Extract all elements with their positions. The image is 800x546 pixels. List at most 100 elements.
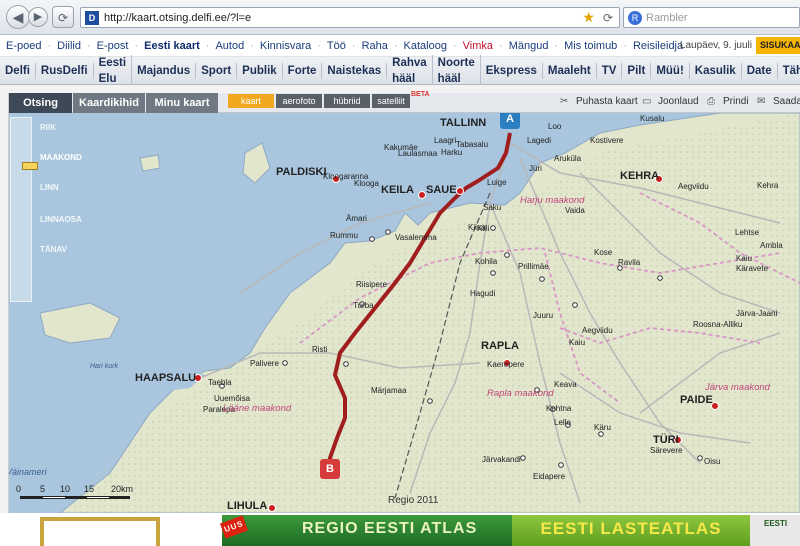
zoom-level-label[interactable]: MAAKOND [40, 153, 82, 162]
main-nav-link[interactable]: Delfi [0, 62, 36, 79]
print-button[interactable]: ⎙ Prindi [707, 96, 749, 107]
url-text[interactable]: http://kaart.otsing.delfi.ee/?l=e [104, 12, 582, 24]
zoom-level-label[interactable]: RIIK [40, 123, 56, 132]
clear-icon: ✂ [560, 95, 569, 107]
picture-frame-ad[interactable] [40, 517, 160, 546]
bookmark-star-icon[interactable]: ★ [582, 9, 595, 26]
main-nav-link[interactable]: RusDelfi [36, 62, 94, 79]
main-nav-link[interactable]: Forte [283, 62, 323, 79]
search-box[interactable]: R Rambler [623, 7, 800, 28]
main-nav-link[interactable]: Pilt [622, 62, 652, 79]
place-label: Vaida [565, 206, 585, 215]
envelope-icon: ✉ [757, 95, 766, 107]
main-nav-link[interactable]: Kasulik [690, 62, 742, 79]
top-nav-link[interactable]: E-poed [6, 40, 41, 52]
mode-kaart[interactable]: kaart [228, 94, 274, 108]
place-label: Taebla [208, 378, 232, 387]
main-nav-link[interactable]: Majandus [132, 62, 197, 79]
main-nav-link[interactable]: Noorte hääl [433, 54, 481, 87]
top-nav-link[interactable]: E-post [97, 40, 129, 52]
mode-hybriid[interactable]: hübriid [324, 94, 370, 108]
place-label: Klooga [354, 179, 379, 188]
main-nav-link[interactable]: Date [742, 62, 778, 79]
main-nav-link[interactable]: Maaleht [543, 62, 597, 79]
reload-icon[interactable]: ⟳ [603, 11, 613, 25]
clear-map-button[interactable]: ✂ Puhasta kaart [560, 96, 638, 107]
ad-regio-atlas[interactable]: UUS REGIO EESTI ATLAS [219, 515, 512, 546]
sitemap-button[interactable]: SISUKAA [756, 37, 800, 54]
place-label: Kaiu [569, 338, 585, 347]
ruler-button[interactable]: ▭ Joonlaud [642, 96, 699, 107]
scale-label: 5 [40, 484, 46, 494]
tab-minu-kaart[interactable]: Minu kaart [146, 93, 218, 113]
main-nav-link[interactable]: Rahva hääl [387, 54, 433, 87]
top-nav-link[interactable]: Autod [215, 40, 244, 52]
route-end-marker[interactable]: B [320, 459, 340, 479]
mode-aerofoto[interactable]: aerofoto [276, 94, 322, 108]
top-nav-link[interactable]: Vimka [463, 40, 493, 52]
place-label: Vasalemma [395, 233, 437, 242]
clear-map-label: Puhasta kaart [576, 96, 638, 107]
ad-lasteatlas[interactable]: EESTI LASTEATLAS [512, 515, 750, 546]
top-nav-link[interactable]: Reisileidja [633, 40, 683, 52]
zoom-level-label[interactable]: LINN [40, 183, 59, 192]
main-nav-link[interactable]: Müü! [651, 62, 690, 79]
portal-main-nav: Delfi RusDelfi Eesti Elu Majandus Sport Publi… [0, 54, 800, 87]
ad-strip: UUS REGIO EESTI ATLAS EESTI LASTEATLAS E… [0, 513, 800, 546]
place-label: Risti [312, 345, 328, 354]
place-label: Jüri [529, 164, 542, 173]
top-nav-link[interactable]: Kinnisvara [260, 40, 311, 52]
tab-kaardikihid[interactable]: Kaardikihid [73, 93, 145, 113]
zoom-slider-handle[interactable] [22, 162, 38, 170]
place-label: Märjamaa [371, 386, 407, 395]
map-svg[interactable]: TALLINN PALDISKI KEILA SAUE KEHRA RAPLA HAAPSA… [0, 113, 800, 513]
zoom-level-label[interactable]: LINNAOSA [40, 215, 82, 224]
place-label: Loo [548, 122, 562, 131]
top-nav-link[interactable]: Diilid [57, 40, 81, 52]
main-nav-link[interactable]: Täheke [778, 63, 800, 79]
zoom-slider[interactable] [10, 117, 38, 302]
main-nav-link[interactable]: Ekspress [481, 62, 543, 79]
back-button[interactable]: ◀ [6, 5, 30, 29]
ad-eesti-text: EESTI [764, 519, 788, 528]
place-label: Ravila [618, 258, 641, 267]
search-placeholder[interactable]: Rambler [646, 12, 688, 24]
send-button[interactable]: ✉ Saada [757, 96, 800, 107]
top-nav-link[interactable]: Mängud [509, 40, 549, 52]
place-label: Laagri [434, 136, 456, 145]
print-label: Prindi [723, 96, 749, 107]
top-nav-link[interactable]: Mis toimub [564, 40, 617, 52]
zoom-level-label[interactable]: TÄNAV [40, 245, 67, 254]
reload-button[interactable]: ⟳ [52, 6, 74, 28]
main-nav-link[interactable]: Publik [237, 62, 283, 79]
place-label: Prillimäe [518, 262, 549, 271]
place-label: Aegviidu [678, 182, 709, 191]
top-nav-link[interactable]: Eesti kaart [144, 40, 200, 52]
place-label: Aruküla [554, 154, 582, 163]
route-start-marker[interactable]: A [500, 113, 520, 129]
city-label: PALDISKI [276, 166, 327, 178]
main-nav-link[interactable]: Eesti Elu [94, 54, 133, 87]
top-nav-link[interactable]: Töö [327, 40, 346, 52]
search-engine-icon[interactable]: R [628, 10, 642, 25]
top-nav-link[interactable]: Raha [362, 40, 388, 52]
address-bar[interactable]: D http://kaart.otsing.delfi.ee/?l=e ★ ⟳ [80, 7, 620, 28]
forward-button[interactable]: ▶ [28, 7, 48, 27]
city-label: LIHULA [227, 500, 267, 512]
nav-separator: · [205, 39, 210, 52]
city-label: RAPLA [481, 340, 519, 352]
mode-satelliit[interactable]: satelliit [372, 94, 410, 108]
top-nav-link[interactable]: Kataloog [404, 40, 447, 52]
main-nav-link[interactable]: Sport [196, 62, 238, 79]
tab-otsing[interactable]: Otsing [9, 93, 72, 113]
spacer [0, 85, 800, 93]
place-label: Ämari [346, 214, 367, 223]
nav-separator: · [499, 39, 503, 52]
main-nav-link[interactable]: TV [597, 62, 623, 79]
island-osmussaar [139, 154, 161, 172]
ad-eesti[interactable]: EESTI [750, 515, 800, 546]
place-label: Kohila [475, 257, 498, 266]
county-label: Lääne maakond [223, 403, 292, 414]
main-nav-link[interactable]: Naistekas [322, 62, 388, 79]
map-canvas[interactable]: TALLINN PALDISKI KEILA SAUE KEHRA RAPLA HAAPSA… [0, 113, 800, 513]
